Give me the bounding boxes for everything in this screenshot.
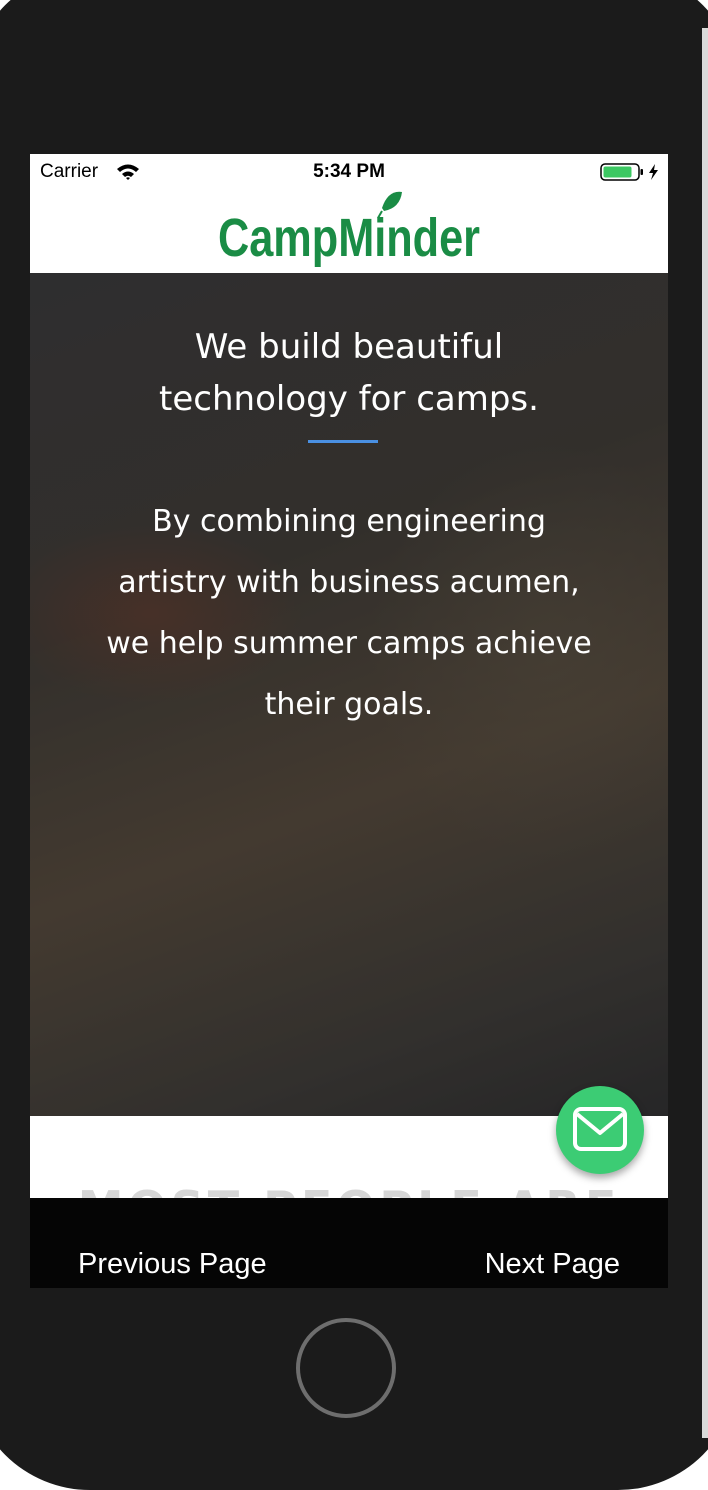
phone-screen: Carrier 5:34 PM CampMinder We build beau…: [30, 154, 668, 1288]
hero-divider: [308, 440, 378, 443]
envelope-icon: [573, 1107, 627, 1151]
hero-description: By combining engineering artistry with b…: [106, 504, 592, 722]
previous-page-button[interactable]: Previous Page: [78, 1248, 267, 1281]
clock-time: 5:34 PM: [313, 161, 385, 182]
campminder-logo[interactable]: CampMinder: [30, 184, 668, 274]
desktop-edge: [702, 28, 708, 1438]
next-page-button[interactable]: Next Page: [485, 1248, 620, 1281]
home-button[interactable]: [296, 1318, 396, 1418]
hero-headline: We build beautiful technology for camps.: [159, 327, 539, 419]
contact-email-button[interactable]: [556, 1086, 644, 1174]
section-heading-partial: MOST PEOPLE ARE: [30, 1181, 668, 1198]
hero-banner: We build beautiful technology for camps.…: [30, 273, 668, 1116]
page-navigation-bar: Previous Page Next Page: [30, 1198, 668, 1288]
battery-charging-icon: [600, 163, 658, 181]
logo-text: CampMinder: [218, 208, 480, 268]
